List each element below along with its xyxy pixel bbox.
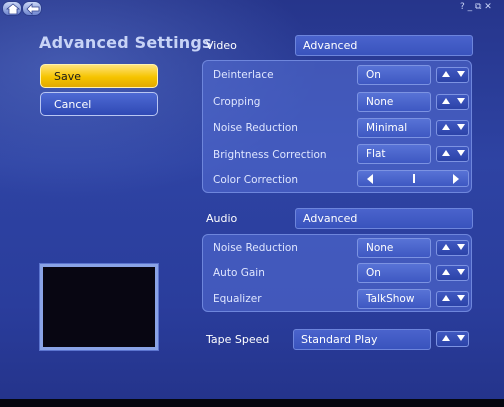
video-preview [40, 264, 158, 350]
up-arrow-icon[interactable] [442, 124, 450, 130]
color-correction-slider[interactable] [357, 170, 469, 187]
bottom-bar [0, 399, 504, 407]
top-bar: ? _ ⧉ ✕ [0, 0, 504, 18]
down-arrow-icon[interactable] [457, 269, 465, 275]
tape-speed-stepper[interactable] [436, 331, 469, 347]
audio-equalizer-label: Equalizer [213, 293, 262, 305]
audio-noise-reduction-stepper[interactable] [436, 240, 469, 256]
video-mode-selector[interactable]: Advanced [295, 35, 473, 56]
up-arrow-icon[interactable] [442, 98, 450, 104]
video-deinterlace-stepper[interactable] [436, 67, 469, 83]
down-arrow-icon[interactable] [457, 71, 465, 77]
down-arrow-icon[interactable] [457, 335, 465, 341]
video-deinterlace-value[interactable]: On [357, 65, 431, 85]
audio-auto-gain-value[interactable]: On [357, 263, 431, 283]
left-arrow-icon[interactable] [367, 174, 373, 184]
audio-noise-reduction-value[interactable]: None [357, 238, 431, 258]
cancel-button[interactable]: Cancel [40, 92, 158, 116]
audio-equalizer-stepper[interactable] [436, 291, 469, 307]
down-arrow-icon[interactable] [457, 150, 465, 156]
save-button[interactable]: Save [40, 64, 158, 88]
audio-noise-reduction-label: Noise Reduction [213, 242, 298, 254]
audio-mode-selector[interactable]: Advanced [295, 208, 473, 229]
up-arrow-icon[interactable] [442, 150, 450, 156]
video-cropping-value[interactable]: None [357, 92, 431, 112]
home-icon [6, 3, 20, 15]
video-deinterlace-label: Deinterlace [213, 69, 274, 81]
video-noise-reduction-label: Noise Reduction [213, 122, 298, 134]
up-arrow-icon[interactable] [442, 295, 450, 301]
page-title: Advanced Settings [39, 33, 212, 52]
up-arrow-icon[interactable] [442, 269, 450, 275]
tape-speed-label: Tape Speed [206, 333, 270, 346]
video-brightness-value[interactable]: Flat [357, 144, 431, 164]
down-arrow-icon[interactable] [457, 98, 465, 104]
down-arrow-icon[interactable] [457, 124, 465, 130]
up-arrow-icon[interactable] [442, 335, 450, 341]
up-arrow-icon[interactable] [442, 244, 450, 250]
video-noise-reduction-stepper[interactable] [436, 120, 469, 136]
home-button[interactable] [2, 1, 22, 16]
video-brightness-stepper[interactable] [436, 146, 469, 162]
video-section-label: Video [206, 39, 237, 52]
video-cropping-stepper[interactable] [436, 94, 469, 110]
video-noise-reduction-value[interactable]: Minimal [357, 118, 431, 138]
video-brightness-label: Brightness Correction [213, 149, 327, 161]
audio-section-label: Audio [206, 212, 238, 225]
window-controls[interactable]: ? _ ⧉ ✕ [460, 2, 492, 12]
audio-auto-gain-stepper[interactable] [436, 265, 469, 281]
media-center-screen: ? _ ⧉ ✕ Advanced Settings Save Cancel Vi… [0, 0, 504, 407]
down-arrow-icon[interactable] [457, 244, 465, 250]
video-cropping-label: Cropping [213, 96, 261, 108]
video-color-correction-label: Color Correction [213, 174, 299, 186]
down-arrow-icon[interactable] [457, 295, 465, 301]
back-arrow-icon [26, 3, 40, 15]
audio-equalizer-value[interactable]: TalkShow [357, 289, 431, 309]
audio-auto-gain-label: Auto Gain [213, 267, 265, 279]
slider-thumb[interactable] [413, 174, 415, 183]
up-arrow-icon[interactable] [442, 71, 450, 77]
back-button[interactable] [22, 1, 42, 16]
tape-speed-value[interactable]: Standard Play [293, 329, 431, 350]
right-arrow-icon[interactable] [453, 174, 459, 184]
